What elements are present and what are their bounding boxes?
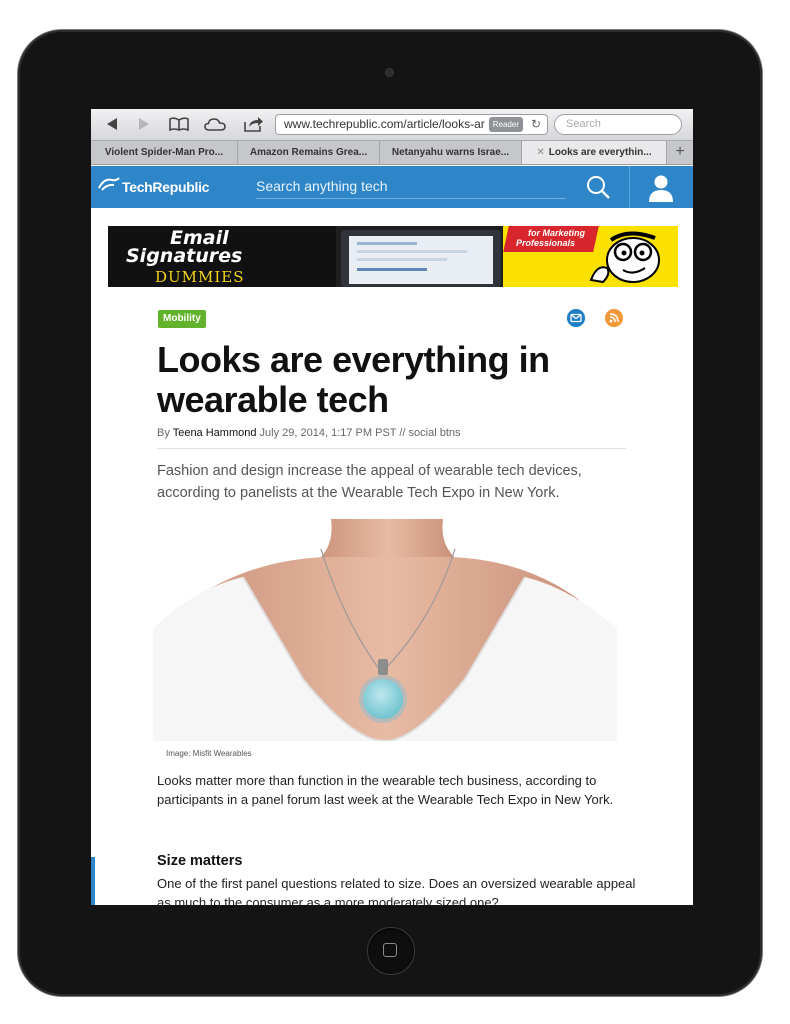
article-dek: Fashion and design increase the appeal o… (157, 463, 582, 501)
article-headline: Looks are everything in wearable tech (157, 339, 550, 420)
back-icon[interactable] (103, 114, 121, 134)
tab-netanyahu[interactable]: Netanyahu warns Israe... (380, 141, 522, 164)
ad-title-line3: DUMMIES (155, 268, 245, 286)
new-tab-button[interactable]: + (667, 141, 693, 164)
article-subhead: Size matters (157, 853, 243, 869)
tab-looks-active[interactable]: ✕ Looks are everythin... (522, 141, 667, 164)
byline-prefix: By (157, 427, 170, 439)
home-button[interactable] (367, 927, 415, 975)
rss-icon[interactable] (605, 309, 623, 327)
category-badge[interactable]: Mobility (158, 310, 206, 328)
image-caption: Image: Misfit Wearables (166, 749, 252, 758)
byline: By Teena Hammond July 29, 2014, 1:17 PM … (157, 427, 461, 439)
browser-search-placeholder: Search (566, 118, 601, 130)
share-sidebar-edge[interactable] (91, 857, 95, 905)
author-link[interactable]: Teena Hammond (173, 427, 257, 439)
mail-icon[interactable] (567, 309, 585, 327)
browser-toolbar: www.techrepublic.com/article/looks-ar Re… (91, 109, 693, 141)
cloud-icon[interactable] (203, 114, 227, 134)
home-square-icon (383, 943, 397, 957)
ad-tagline-line1: for Marketing (528, 228, 586, 238)
site-search-placeholder: Search anything tech (256, 178, 388, 194)
reader-button[interactable]: Reader (488, 117, 523, 132)
tab-bar: Violent Spider-Man Pro... Amazon Remains… (91, 141, 693, 165)
url-text: www.techrepublic.com/article/looks-ar (284, 117, 485, 131)
ad-tagline-line2: Professionals (516, 238, 576, 248)
screen: www.techrepublic.com/article/looks-ar Re… (91, 109, 693, 905)
user-icon[interactable] (646, 173, 676, 203)
ad-tablet-screen (349, 236, 493, 284)
dummies-mascot-icon (589, 231, 660, 284)
forward-icon[interactable] (135, 114, 153, 134)
tab-label: Looks are everythin... (548, 147, 652, 158)
tab-amazon[interactable]: Amazon Remains Grea... (238, 141, 380, 164)
ad-line (357, 258, 447, 261)
ad-line (357, 250, 467, 253)
ad-tablet-image (341, 230, 501, 287)
logo-swoosh-icon (98, 176, 120, 197)
site-search-input[interactable]: Search anything tech (256, 175, 566, 199)
site-header: TechRepublic Search anything tech (91, 166, 693, 208)
logo-text: TechRepublic (122, 178, 210, 195)
article-photo (153, 519, 617, 741)
ad-line (357, 268, 427, 271)
ad-banner[interactable]: Email Signatures DUMMIES for Marketing P… (108, 226, 678, 287)
dateline: July 29, 2014, 1:17 PM PST // social btn… (259, 427, 461, 439)
tab-close-icon[interactable]: ✕ (536, 147, 544, 158)
share-icon[interactable] (243, 114, 265, 134)
ad-line (357, 242, 417, 245)
ad-title-line2: Signatures (126, 245, 243, 267)
browser-search-input[interactable]: Search (554, 114, 682, 135)
url-field[interactable]: www.techrepublic.com/article/looks-ar Re… (275, 114, 548, 135)
bookmarks-icon[interactable] (168, 114, 190, 134)
techrepublic-logo[interactable]: TechRepublic (98, 176, 209, 197)
article-paragraph-2: One of the first panel questions related… (157, 876, 636, 905)
header-divider (629, 166, 630, 208)
article-paragraph-1: Looks matter more than function in the w… (157, 773, 614, 807)
search-icon[interactable] (585, 174, 611, 200)
byline-divider (157, 448, 626, 449)
camera-icon (385, 68, 394, 77)
reload-icon[interactable]: ↻ (531, 115, 541, 134)
tab-spider-man[interactable]: Violent Spider-Man Pro... (91, 141, 238, 164)
